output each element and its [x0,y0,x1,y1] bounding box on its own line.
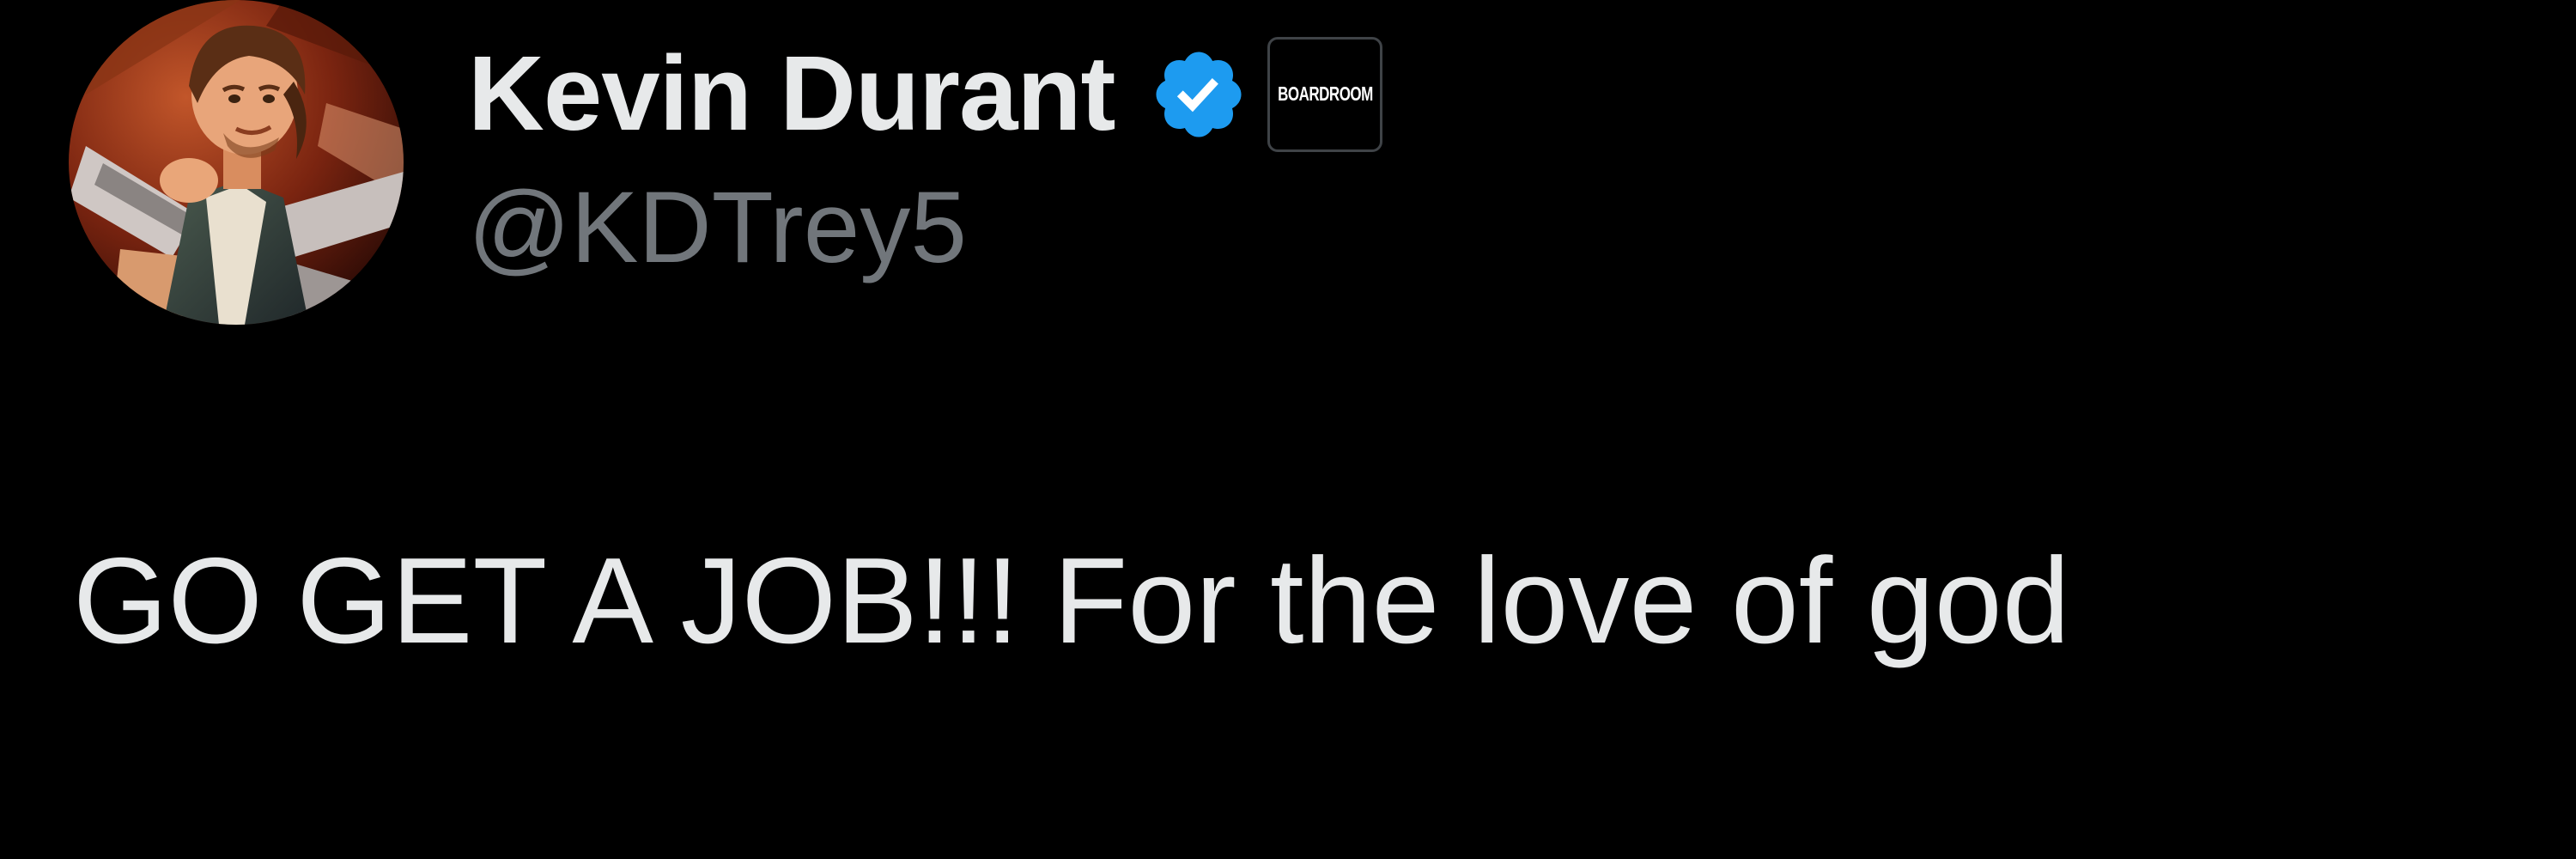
verified-badge-icon[interactable] [1149,45,1249,144]
tweet-text: GO GET A JOB!!! For the love of god [73,533,2070,669]
avatar-image [69,0,404,325]
author-name-row: Kevin Durant BOARDROOM [468,30,1383,159]
author-display-name[interactable]: Kevin Durant [468,30,1115,159]
affiliate-badge-label: BOARDROOM [1278,82,1373,106]
affiliate-badge[interactable]: BOARDROOM [1267,37,1383,152]
tweet-card: Kevin Durant BOARDROOM @KDTrey5 GO GET A… [0,0,2576,859]
avatar[interactable] [69,0,404,325]
author-handle[interactable]: @KDTrey5 [468,163,967,292]
